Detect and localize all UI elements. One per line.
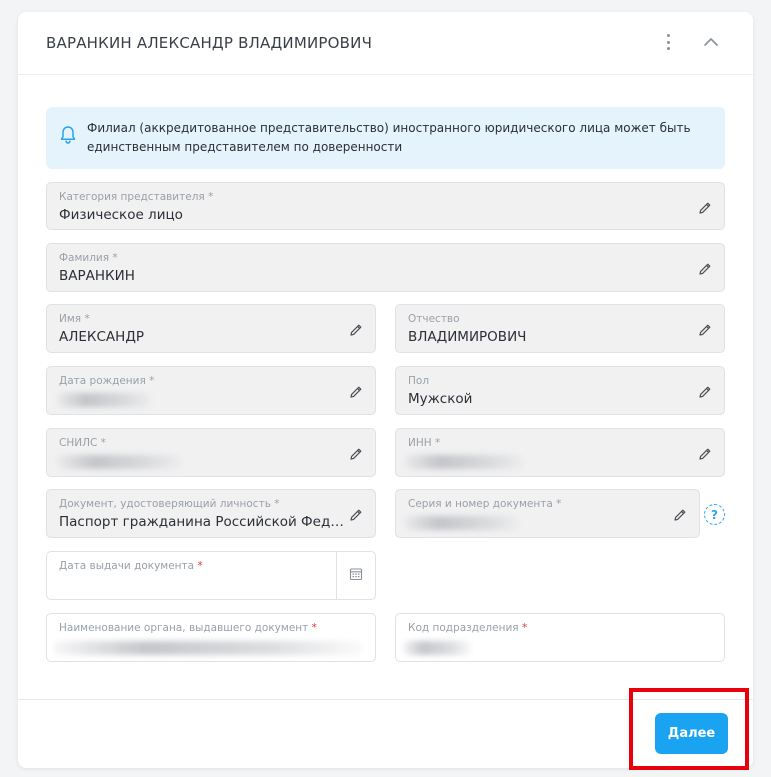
gender-label: Пол xyxy=(408,375,430,387)
document-number-label: Серия и номер документа * xyxy=(408,498,562,510)
pencil-icon[interactable] xyxy=(673,507,687,521)
help-icon[interactable]: ? xyxy=(704,504,725,525)
document-type-value: Паспорт гражданина Российской Федерации xyxy=(59,514,349,530)
representative-card: ВАРАНКИН АЛЕКСАНДР ВЛАДИМИРОВИЧ Филиал (… xyxy=(18,12,753,768)
inn-label: ИНН * xyxy=(408,437,441,449)
card-header: ВАРАНКИН АЛЕКСАНДР ВЛАДИМИРОВИЧ xyxy=(18,12,753,75)
redacted-value xyxy=(53,641,363,655)
name-label: Имя * xyxy=(59,313,90,325)
calendar-icon xyxy=(349,566,363,585)
calendar-button[interactable] xyxy=(336,552,375,599)
gender-field[interactable]: Пол Мужской xyxy=(395,366,725,415)
name-value: АЛЕКСАНДР xyxy=(59,329,145,345)
category-value: Физическое лицо xyxy=(59,207,183,223)
snils-label: СНИЛС * xyxy=(59,437,106,449)
issuer-field[interactable]: Наименование органа, выдавшего документ … xyxy=(46,613,376,662)
pencil-icon[interactable] xyxy=(349,322,363,336)
collapse-chevron-up-icon[interactable] xyxy=(699,32,723,52)
pencil-icon[interactable] xyxy=(698,200,712,214)
redacted-value xyxy=(404,516,519,530)
bell-icon xyxy=(59,125,77,145)
redacted-value xyxy=(402,641,472,655)
pencil-icon[interactable] xyxy=(349,446,363,460)
pencil-icon[interactable] xyxy=(698,384,712,398)
category-field[interactable]: Категория представителя * Физическое лиц… xyxy=(46,182,725,230)
surname-value: ВАРАНКИН xyxy=(59,268,135,284)
pencil-icon[interactable] xyxy=(698,261,712,275)
pencil-icon[interactable] xyxy=(349,507,363,521)
surname-field[interactable]: Фамилия * ВАРАНКИН xyxy=(46,243,725,292)
name-field[interactable]: Имя * АЛЕКСАНДР xyxy=(46,304,376,353)
dept-code-field[interactable]: Код подразделения * xyxy=(395,613,725,662)
patronymic-field[interactable]: Отчество ВЛАДИМИРОВИЧ xyxy=(395,304,725,353)
birth-date-field[interactable]: Дата рождения * xyxy=(46,366,376,415)
pencil-icon[interactable] xyxy=(349,384,363,398)
info-notice: Филиал (аккредитованное представительств… xyxy=(46,107,725,169)
document-type-field[interactable]: Документ, удостоверяющий личность * Пасп… xyxy=(46,489,376,538)
document-number-field[interactable]: Серия и номер документа * xyxy=(395,489,700,538)
more-options-icon[interactable] xyxy=(661,34,675,50)
dept-code-label: Код подразделения * xyxy=(408,622,528,634)
redacted-value xyxy=(57,393,152,407)
card-title: ВАРАНКИН АЛЕКСАНДР ВЛАДИМИРОВИЧ xyxy=(46,34,373,52)
issue-date-label: Дата выдачи документа * xyxy=(59,560,203,572)
redacted-value xyxy=(404,455,524,469)
notice-text: Филиал (аккредитованное представительств… xyxy=(87,121,691,154)
surname-label: Фамилия * xyxy=(59,252,118,264)
patronymic-label: Отчество xyxy=(408,313,460,325)
issue-date-field[interactable]: Дата выдачи документа * xyxy=(46,551,376,600)
document-type-label: Документ, удостоверяющий личность * xyxy=(59,498,280,510)
highlight-box xyxy=(629,688,749,770)
pencil-icon[interactable] xyxy=(698,446,712,460)
category-label: Категория представителя * xyxy=(59,191,214,203)
inn-field[interactable]: ИНН * xyxy=(395,428,725,477)
redacted-value xyxy=(57,455,182,469)
birth-date-label: Дата рождения * xyxy=(59,375,155,387)
patronymic-value: ВЛАДИМИРОВИЧ xyxy=(408,329,527,345)
pencil-icon[interactable] xyxy=(698,322,712,336)
gender-value: Мужской xyxy=(408,391,473,407)
snils-field[interactable]: СНИЛС * xyxy=(46,428,376,477)
issuer-label: Наименование органа, выдавшего документ … xyxy=(59,622,317,634)
